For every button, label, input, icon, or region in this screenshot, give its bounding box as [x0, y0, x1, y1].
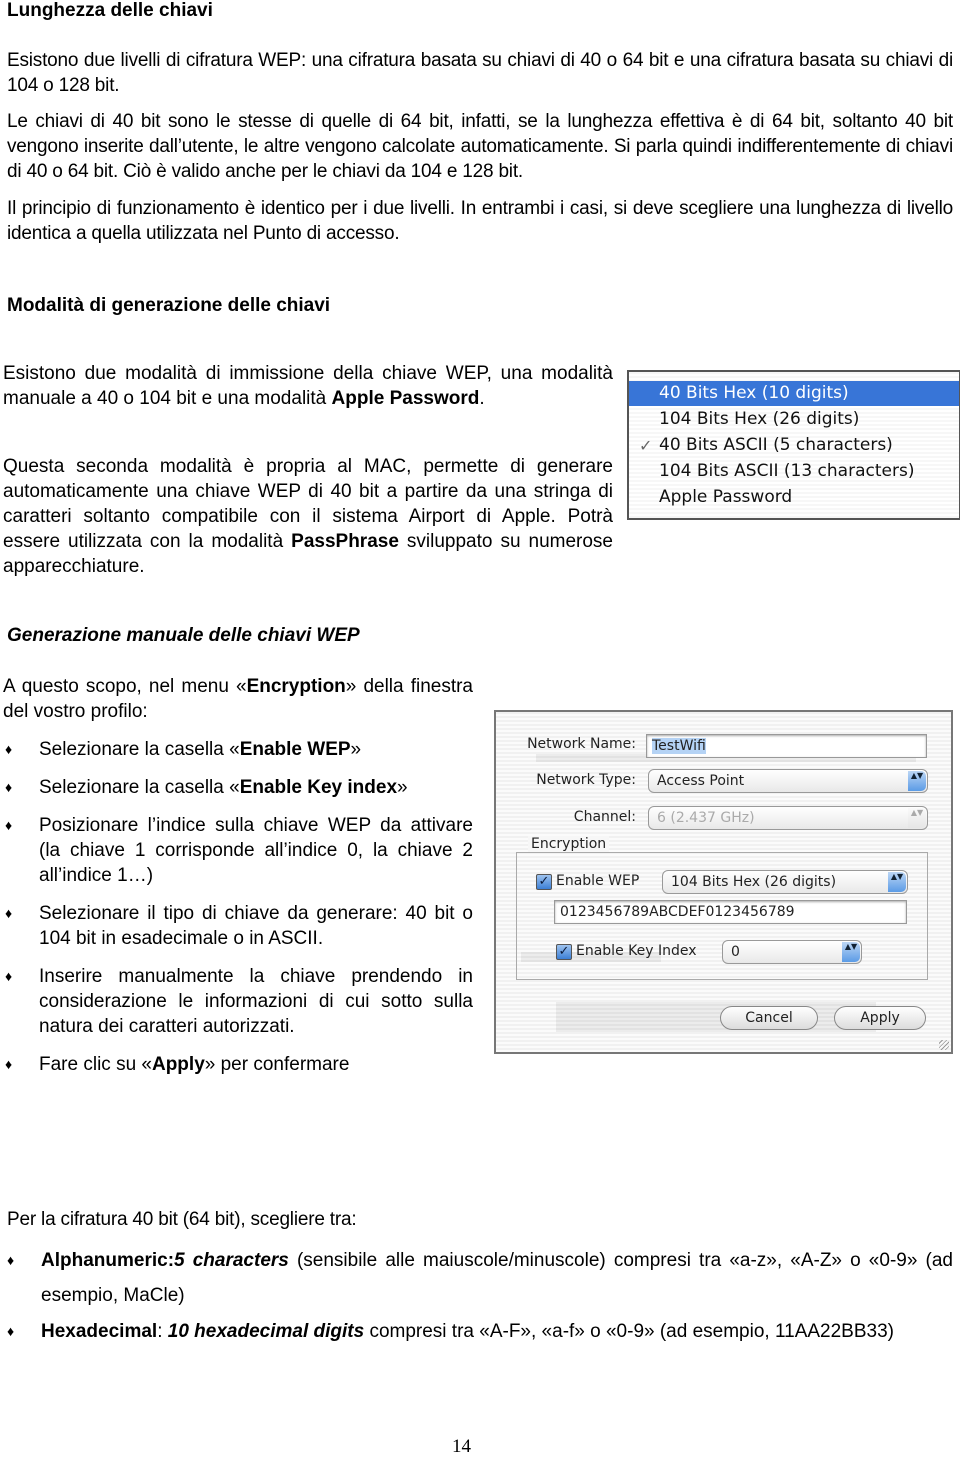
paragraph: Per la cifratura 40 bit (64 bit), scegli…	[7, 1209, 357, 1230]
paragraph: Esistono due livelli di cifratura WEP: u…	[7, 50, 953, 96]
enable-wep-checkbox[interactable]: ✓	[536, 874, 552, 890]
key-index-value: 0	[731, 944, 740, 960]
stepper-arrows-icon: ▲▼	[842, 942, 860, 962]
list-item-text: Selezionare la casella «Enable Key index…	[39, 775, 473, 800]
menu-item-label: 104 Bits ASCII (13 characters)	[659, 461, 915, 481]
section-title-key-length: Lunghezza delle chiavi	[7, 0, 213, 21]
bold-text: Alphanumeric:	[41, 1250, 175, 1271]
bold-text: Apple Password	[331, 388, 480, 409]
diamond-bullet-icon: ♦	[7, 1252, 15, 1268]
menu-item-label: 40 Bits ASCII (5 characters)	[659, 435, 893, 455]
network-name-value: TestWifi	[652, 738, 706, 754]
key-type-menu: 40 Bits Hex (10 digits) 104 Bits Hex (26…	[627, 370, 960, 520]
resize-grip-icon[interactable]	[939, 1040, 949, 1050]
menu-item-104-bits-hex[interactable]: 104 Bits Hex (26 digits)	[629, 407, 959, 432]
channel-value: 6 (2.437 GHz)	[657, 810, 755, 826]
text: compresi tra «A-F», «a-f» o «0-9» (ad es…	[364, 1321, 894, 1342]
diamond-bullet-icon: ♦	[7, 1323, 15, 1339]
list-item-text: Selezionare la casella «Enable WEP»	[39, 737, 473, 762]
bold-text: Encryption	[246, 676, 346, 697]
text: A questo scopo, nel menu «	[3, 676, 247, 697]
menu-item-label: 40 Bits Hex (10 digits)	[659, 383, 849, 403]
apply-button[interactable]: Apply	[834, 1006, 926, 1030]
text: » per confermare	[204, 1054, 350, 1075]
list-item-text: Alphanumeric:5 characters (sensibile all…	[41, 1243, 953, 1313]
bold-text: Apply	[151, 1054, 205, 1075]
enable-key-index-label: Enable Key Index	[576, 943, 697, 959]
network-name-label: Network Name:	[527, 736, 636, 752]
network-settings-dialog: Network Name: TestWifi Network Type: Acc…	[494, 710, 953, 1054]
diamond-bullet-icon: ♦	[5, 1056, 13, 1072]
text: .	[479, 388, 485, 409]
list-item-text: Fare clic su «Apply» per confermare	[39, 1052, 473, 1077]
text: Selezionare la casella «	[39, 739, 240, 760]
key-index-select[interactable]: 0 ▲▼	[722, 940, 862, 964]
stepper-arrows-icon: ▲▼	[908, 771, 926, 791]
list-item-text: Hexadecimal: 10 hexadecimal digits compr…	[41, 1314, 953, 1349]
text: Esistono due modalità di immissione dell…	[3, 363, 613, 409]
bold-text: Enable WEP	[239, 739, 351, 760]
menu-item-40-bits-hex[interactable]: 40 Bits Hex (10 digits)	[629, 381, 959, 406]
key-type-value: 104 Bits Hex (26 digits)	[671, 874, 837, 890]
bold-text: Hexadecimal	[41, 1321, 158, 1342]
wep-key-value: 0123456789ABCDEF0123456789	[560, 904, 795, 920]
paragraph: Questa seconda modalità è propria al MAC…	[3, 454, 613, 579]
bold-italic-text: 5 characters	[174, 1250, 289, 1271]
menu-item-104-bits-ascii[interactable]: 104 Bits ASCII (13 characters)	[629, 459, 959, 484]
bold-text: Enable Key index	[239, 777, 398, 798]
network-name-input[interactable]: TestWifi	[646, 734, 927, 758]
menu-item-label: Apple Password	[659, 487, 793, 507]
network-type-label: Network Type:	[536, 772, 636, 788]
key-type-select[interactable]: 104 Bits Hex (26 digits) ▲▼	[662, 870, 908, 894]
list-item-text: Inserire manualmente la chiave prendendo…	[39, 966, 473, 1037]
section-title-manual-generation: Generazione manuale delle chiavi WEP	[7, 625, 360, 646]
bold-italic-text: 10 hexadecimal digits	[167, 1321, 365, 1342]
paragraph: Il principio di funzionamento è identico…	[7, 198, 953, 244]
channel-select[interactable]: 6 (2.437 GHz) ▲▼	[648, 806, 928, 830]
menu-item-apple-password[interactable]: Apple Password	[629, 485, 959, 510]
list-item-text: Selezionare il tipo di chiave da generar…	[39, 903, 473, 949]
diamond-bullet-icon: ♦	[5, 741, 13, 757]
text: Selezionare la casella «	[39, 777, 240, 798]
checkmark-icon: ✓	[639, 436, 653, 455]
section-title-key-generation-modes: Modalità di generazione delle chiavi	[7, 295, 331, 316]
stepper-arrows-icon: ▲▼	[908, 808, 926, 828]
paragraph: A questo scopo, nel menu «Encryption» de…	[3, 674, 473, 724]
enable-key-index-checkbox[interactable]: ✓	[556, 944, 572, 960]
text: »	[397, 777, 408, 798]
network-type-select[interactable]: Access Point ▲▼	[648, 769, 928, 793]
menu-item-label: 104 Bits Hex (26 digits)	[659, 409, 860, 429]
text: :	[157, 1321, 168, 1342]
paragraph: Esistono due modalità di immissione dell…	[3, 361, 613, 411]
channel-label: Channel:	[573, 809, 636, 825]
wep-key-input[interactable]: 0123456789ABCDEF0123456789	[554, 900, 907, 924]
enable-wep-label: Enable WEP	[556, 873, 640, 889]
cancel-button[interactable]: Cancel	[720, 1006, 818, 1030]
paragraph: Le chiavi di 40 bit sono le stesse di qu…	[7, 111, 953, 182]
encryption-group-label: Encryption	[528, 836, 610, 852]
diamond-bullet-icon: ♦	[5, 817, 13, 833]
bold-text: PassPhrase	[291, 531, 399, 552]
network-type-value: Access Point	[657, 773, 745, 789]
menu-item-40-bits-ascii[interactable]: ✓ 40 Bits ASCII (5 characters)	[629, 433, 959, 458]
diamond-bullet-icon: ♦	[5, 968, 13, 984]
diamond-bullet-icon: ♦	[5, 779, 13, 795]
page-number: 14	[452, 1436, 471, 1457]
stepper-arrows-icon: ▲▼	[888, 872, 906, 892]
ghost-background	[556, 1002, 876, 1032]
text: »	[350, 739, 362, 760]
diamond-bullet-icon: ♦	[5, 905, 13, 921]
text: Fare clic su «	[39, 1054, 152, 1075]
list-item-text: Posizionare l’indice sulla chiave WEP da…	[39, 815, 473, 886]
